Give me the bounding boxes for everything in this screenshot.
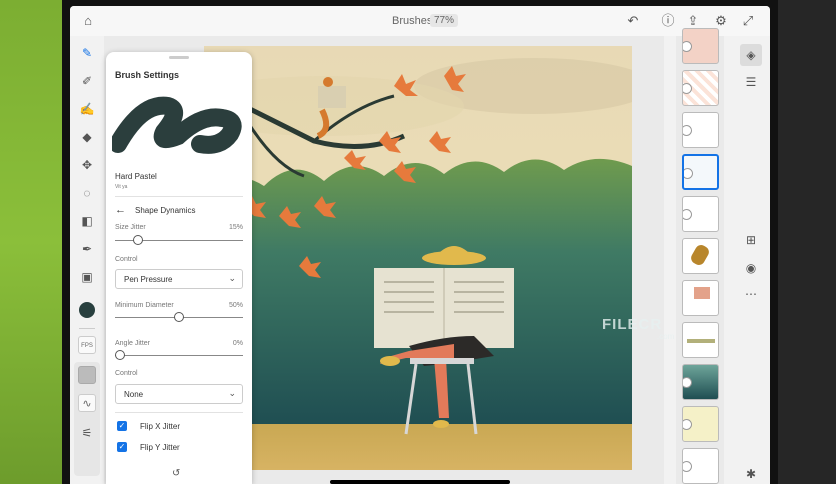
size-jitter-value: 15% bbox=[228, 224, 243, 231]
eraser-icon[interactable]: ◆ bbox=[78, 128, 96, 146]
min-diameter-label: Minimum Diameter bbox=[115, 302, 174, 309]
artwork-illustration bbox=[204, 46, 632, 470]
layer-number-badge bbox=[683, 41, 692, 52]
right-toolbar: ◈ ☰ ⊞ ◉ ⋯ ✱ bbox=[732, 36, 770, 484]
panel-divider bbox=[115, 412, 243, 413]
control-label: Control bbox=[115, 256, 138, 263]
layer-number-badge bbox=[683, 209, 692, 220]
control-dropdown-2-value: None bbox=[124, 390, 144, 399]
layer-number-badge bbox=[684, 168, 693, 179]
smudge-icon[interactable]: ✐ bbox=[78, 72, 96, 90]
control-label-2: Control bbox=[115, 370, 138, 377]
share-icon[interactable]: ⇪ bbox=[685, 13, 701, 29]
control-dropdown[interactable]: Pen Pressure ⌄ bbox=[115, 269, 243, 289]
min-diameter-value: 50% bbox=[228, 302, 243, 309]
control-dropdown-value: Pen Pressure bbox=[124, 275, 173, 284]
min-diameter-slider[interactable] bbox=[115, 312, 243, 322]
left-toolbar: ✎ ✐ ✍ ◆ ✥ ◌ ◧ ✒ ▣ FPS ∿ ⚟ bbox=[70, 36, 104, 484]
back-arrow-icon[interactable]: ← bbox=[115, 204, 126, 216]
app-window: ⌂ Brushes 77% ↶ ⓘ ⇪ ⚙ ⤢ ✎ ✐ ✍ ◆ ✥ ◌ ◧ ✒ … bbox=[70, 6, 770, 484]
active-color-swatch[interactable] bbox=[79, 302, 95, 318]
panel-title: Brush Settings bbox=[115, 70, 180, 80]
layer-number-badge bbox=[683, 461, 692, 472]
layer-number-badge bbox=[683, 419, 692, 430]
layer-thumb[interactable] bbox=[682, 238, 719, 274]
panel-divider bbox=[115, 196, 243, 197]
move-icon[interactable]: ✥ bbox=[78, 156, 96, 174]
section-title: Shape Dynamics bbox=[135, 206, 196, 215]
flip-y-label: Flip Y Jitter bbox=[140, 443, 180, 452]
angle-jitter-knob[interactable] bbox=[115, 350, 125, 360]
artwork-canvas[interactable] bbox=[204, 46, 632, 470]
angle-jitter-label: Angle Jitter bbox=[115, 340, 151, 347]
watermark: FILECR bbox=[602, 316, 663, 333]
fullscreen-icon[interactable]: ⤢ bbox=[740, 13, 756, 29]
zoom-level[interactable]: 77% bbox=[430, 14, 459, 27]
layer-thumb-art bbox=[688, 242, 712, 268]
undo-icon[interactable]: ↶ bbox=[625, 13, 641, 29]
layer-thumb[interactable] bbox=[682, 280, 719, 316]
layer-thumb[interactable] bbox=[682, 448, 719, 484]
fill-brush-icon[interactable]: ✍ bbox=[78, 100, 96, 118]
size-jitter-slider[interactable] bbox=[115, 235, 243, 245]
paint-bucket-icon[interactable]: ◧ bbox=[78, 212, 96, 230]
brush-name: Hard Pastel bbox=[115, 172, 157, 181]
eyedropper-icon[interactable]: ✒ bbox=[78, 240, 96, 258]
more-options-icon[interactable]: ⋯ bbox=[743, 286, 759, 302]
opacity-swatch[interactable] bbox=[78, 366, 96, 384]
settings-icon[interactable]: ⚙ bbox=[713, 13, 729, 29]
angle-jitter-slider[interactable] bbox=[115, 350, 243, 360]
layer-thumb-art bbox=[687, 339, 715, 343]
brush-author: Vit ya bbox=[115, 184, 128, 190]
home-icon[interactable]: ⌂ bbox=[80, 13, 96, 29]
bug-report-icon[interactable]: ✱ bbox=[743, 466, 759, 482]
panel-drag-handle[interactable] bbox=[169, 56, 189, 59]
layer-thumb[interactable] bbox=[682, 112, 719, 148]
layer-thumb-selected[interactable] bbox=[682, 154, 719, 190]
layer-thumb[interactable] bbox=[682, 406, 719, 442]
brush-stroke-preview bbox=[112, 96, 242, 154]
size-jitter-label: Size Jitter bbox=[115, 224, 146, 231]
toolbar-divider bbox=[79, 328, 95, 329]
brush-settings-icon[interactable]: ⚟ bbox=[78, 424, 96, 442]
visibility-icon[interactable]: ◉ bbox=[743, 260, 759, 276]
control-dropdown-2[interactable]: None ⌄ bbox=[115, 384, 243, 404]
chevron-down-icon: ⌄ bbox=[228, 273, 236, 283]
angle-jitter-value: 0% bbox=[232, 340, 243, 347]
reset-icon[interactable]: ↺ bbox=[172, 468, 180, 479]
help-icon[interactable]: ⓘ bbox=[660, 13, 676, 29]
chevron-down-icon: ⌄ bbox=[228, 388, 236, 398]
flip-x-label: Flip X Jitter bbox=[140, 422, 181, 431]
fps-button[interactable]: FPS bbox=[78, 336, 96, 354]
layer-thumb[interactable] bbox=[682, 28, 719, 64]
home-indicator bbox=[330, 480, 510, 484]
add-layer-icon[interactable]: ⊞ bbox=[743, 232, 759, 248]
layers-icon[interactable]: ◈ bbox=[740, 44, 762, 66]
layer-number-badge bbox=[683, 83, 692, 94]
layer-thumb[interactable] bbox=[682, 364, 719, 400]
top-bar: ⌂ Brushes 77% ↶ ⓘ ⇪ ⚙ ⤢ bbox=[70, 6, 770, 36]
layer-thumb-art bbox=[694, 287, 710, 299]
smoothing-icon[interactable]: ∿ bbox=[78, 394, 96, 412]
min-diameter-knob[interactable] bbox=[174, 312, 184, 322]
layer-number-badge bbox=[683, 377, 692, 388]
document-title: Brushes bbox=[392, 15, 433, 27]
brush-icon[interactable]: ✎ bbox=[78, 44, 96, 62]
layer-properties-icon[interactable]: ☰ bbox=[743, 74, 759, 90]
image-icon[interactable]: ▣ bbox=[78, 268, 96, 286]
watermark-domain: .com bbox=[657, 332, 675, 341]
desktop-background-left bbox=[0, 0, 70, 484]
layer-thumb[interactable] bbox=[682, 70, 719, 106]
layers-panel bbox=[676, 28, 724, 484]
flip-y-checkbox[interactable]: ✓ bbox=[117, 442, 127, 452]
layer-thumb[interactable] bbox=[682, 322, 719, 358]
lasso-icon[interactable]: ◌ bbox=[78, 184, 96, 202]
layer-thumb[interactable] bbox=[682, 196, 719, 232]
flip-x-checkbox[interactable]: ✓ bbox=[117, 421, 127, 431]
brush-settings-panel: Brush Settings Hard Pastel Vit ya ← Shap… bbox=[106, 52, 252, 484]
size-jitter-knob[interactable] bbox=[133, 235, 143, 245]
layer-number-badge bbox=[683, 125, 692, 136]
